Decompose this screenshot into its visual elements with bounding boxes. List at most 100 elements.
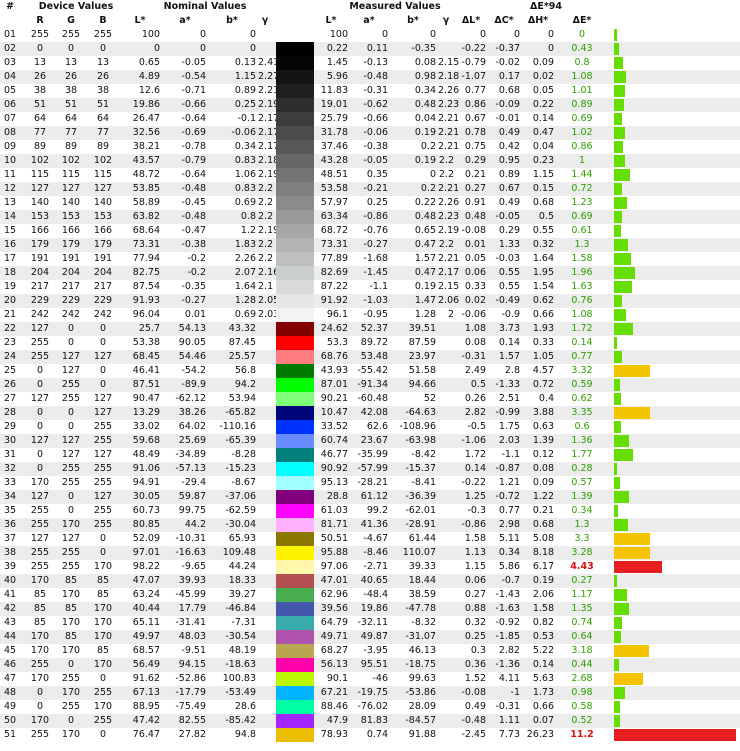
cell-delta-e: 1.02: [571, 127, 593, 138]
table-row: 16 179 179 179 73.31 -0.38 1.83 2.2 73.31 -0.27 0.…: [0, 238, 740, 252]
color-swatch: [276, 672, 314, 686]
cell-nominal-b: 18.33: [228, 575, 256, 586]
cell-measured-gamma: 2.15: [438, 281, 460, 292]
cell-nominal-l: 33.02: [132, 421, 160, 432]
table-row: 31 0 127 127 48.49 -34.89 -8.28 46.77 -35.99 -8.4…: [0, 448, 740, 462]
cell-measured-l: 24.62: [320, 323, 348, 334]
cell-measured-gamma: 2.15: [438, 57, 460, 68]
cell-index: 06: [4, 99, 17, 110]
cell-measured-a: -60.48: [357, 393, 388, 404]
cell-delta-l: 0.75: [464, 141, 486, 152]
cell-nominal-a: -0.48: [181, 183, 206, 194]
cell-measured-gamma: 2.2: [438, 239, 454, 250]
cell-g: 89: [64, 141, 78, 152]
column-header-row: R G B L* a* b* γ L* a* b* γ ΔL* ΔC* ΔH* ΔE*: [0, 14, 740, 28]
cell-b: 0: [99, 547, 107, 558]
table-row: 09 89 89 89 38.21 -0.78 0.34 2.17 37.46 -0.38 0.2 2…: [0, 140, 740, 154]
cell-measured-l: 63.34: [320, 211, 348, 222]
cell-r: 127: [30, 183, 50, 194]
cell-measured-a: 52.37: [360, 323, 388, 334]
cell-g: 0: [67, 659, 75, 670]
cell-index: 02: [4, 43, 17, 54]
cell-delta-c: 0: [513, 29, 520, 40]
cell-g: 127: [61, 365, 81, 376]
cell-b: 0: [99, 365, 107, 376]
cell-delta-c: 1.75: [498, 421, 520, 432]
de94-header: ΔE*94: [529, 1, 563, 12]
cell-b: 0: [99, 379, 107, 390]
cell-delta-c: 0.95: [498, 155, 520, 166]
cell-index: 10: [4, 155, 17, 166]
column-header-g: G: [67, 15, 75, 26]
cell-nominal-l: 4.89: [138, 71, 160, 82]
cell-nominal-a: 94.15: [178, 659, 206, 670]
cell-measured-b: 39.33: [408, 561, 436, 572]
cell-nominal-l: 68.64: [132, 225, 160, 236]
cell-delta-l: 0.27: [464, 183, 486, 194]
cell-measured-l: 82.69: [320, 267, 348, 278]
cell-measured-a: 40.65: [360, 575, 388, 586]
cell-measured-a: 61.12: [360, 491, 388, 502]
cell-nominal-l: 40.44: [132, 603, 160, 614]
cell-measured-l: 91.92: [320, 295, 348, 306]
cell-index: 14: [4, 211, 17, 222]
cell-b: 170: [93, 561, 113, 572]
delta-e-bar: [614, 169, 630, 181]
color-swatch: [276, 98, 314, 112]
cell-delta-e: 0.62: [571, 393, 593, 404]
delta-e-bar: [614, 645, 649, 657]
cell-g: 0: [67, 421, 75, 432]
cell-measured-b: -8.32: [411, 617, 436, 628]
cell-delta-e: 0.44: [571, 659, 593, 670]
delta-e-bar: [614, 575, 617, 587]
cell-delta-c: 2.8: [504, 365, 520, 376]
delta-e-bar: [614, 659, 619, 671]
cell-delta-h: 0.66: [532, 309, 554, 320]
cell-nominal-gamma: 2.19: [258, 169, 280, 180]
cell-delta-l: 0.27: [464, 589, 486, 600]
cell-nominal-a: 0.01: [184, 309, 206, 320]
cell-b: 102: [93, 155, 113, 166]
cell-nominal-gamma: [258, 322, 272, 336]
cell-r: 115: [30, 169, 50, 180]
cell-nominal-gamma: [258, 434, 272, 448]
cell-measured-l: 61.03: [320, 505, 348, 516]
cell-b: 26: [96, 71, 110, 82]
table-row: 36 255 170 255 80.85 44.2 -30.04 81.71 41.36 -28.…: [0, 518, 740, 532]
cell-b: 85: [96, 645, 110, 656]
cell-nominal-b: 53.94: [228, 393, 256, 404]
cell-nominal-gamma: [258, 602, 272, 616]
cell-delta-e: 1.08: [571, 309, 593, 320]
cell-measured-a: -0.38: [363, 141, 388, 152]
delta-e-bar: [614, 239, 628, 251]
cell-nominal-gamma: [258, 630, 272, 644]
cell-b: 64: [96, 113, 110, 124]
cell-g: 170: [61, 645, 81, 656]
delta-e-bar: [614, 267, 635, 279]
cell-nominal-b: -0.06: [231, 127, 256, 138]
cell-r: 191: [30, 253, 50, 264]
cell-measured-gamma: [438, 658, 454, 672]
cell-delta-e: 1.17: [571, 589, 593, 600]
cell-nominal-l: 25.7: [138, 323, 160, 334]
cell-nominal-gamma: [258, 462, 272, 476]
cell-nominal-l: 0.65: [138, 57, 160, 68]
cell-delta-l: -1.07: [461, 71, 486, 82]
cell-b: 204: [93, 267, 113, 278]
cell-measured-b: -53.86: [405, 687, 436, 698]
table-row: 21 242 242 242 96.04 0.01 0.69 2.03 96.1 -0.95 1.2…: [0, 308, 740, 322]
cell-nominal-l: 13.29: [132, 407, 160, 418]
cell-delta-h: 0.55: [532, 225, 554, 236]
color-swatch: [276, 616, 314, 630]
cell-nominal-l: 68.57: [132, 645, 160, 656]
color-swatch: [276, 238, 314, 252]
cell-measured-gamma: [438, 602, 454, 616]
column-header-delta-e: ΔE*: [572, 15, 592, 26]
cell-delta-c: -0.7: [501, 575, 520, 586]
color-swatch: [276, 322, 314, 336]
cell-index: 31: [4, 449, 17, 460]
cell-measured-b: -31.07: [405, 631, 436, 642]
delta-e-bar: [614, 407, 650, 419]
cell-b: 255: [93, 435, 113, 446]
cell-nominal-l: 67.13: [132, 687, 160, 698]
